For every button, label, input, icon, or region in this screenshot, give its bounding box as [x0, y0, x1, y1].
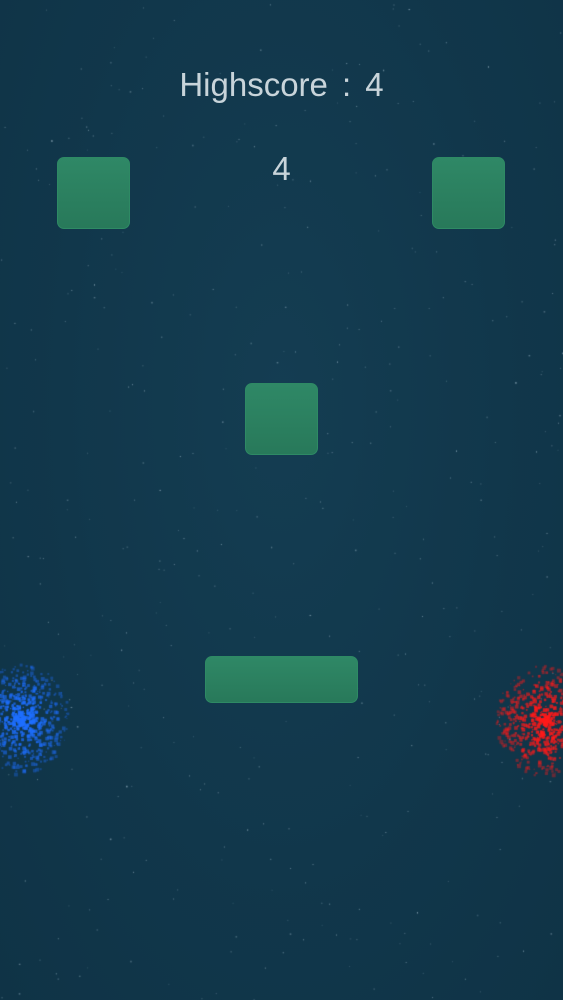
highscore-value: 4 — [365, 66, 384, 103]
blue-particle-cloud — [0, 640, 100, 790]
red-particle-cloud — [463, 640, 563, 790]
obstacle-block-right — [432, 157, 505, 229]
highscore-display: Highscore : 4 — [0, 66, 563, 104]
game-canvas[interactable]: Highscore : 4 4 — [0, 0, 563, 1000]
obstacle-block-left — [57, 157, 130, 229]
obstacle-block-center — [245, 383, 318, 455]
highscore-label: Highscore — [179, 66, 328, 103]
player-paddle[interactable] — [205, 656, 358, 703]
highscore-separator: : — [342, 66, 352, 103]
